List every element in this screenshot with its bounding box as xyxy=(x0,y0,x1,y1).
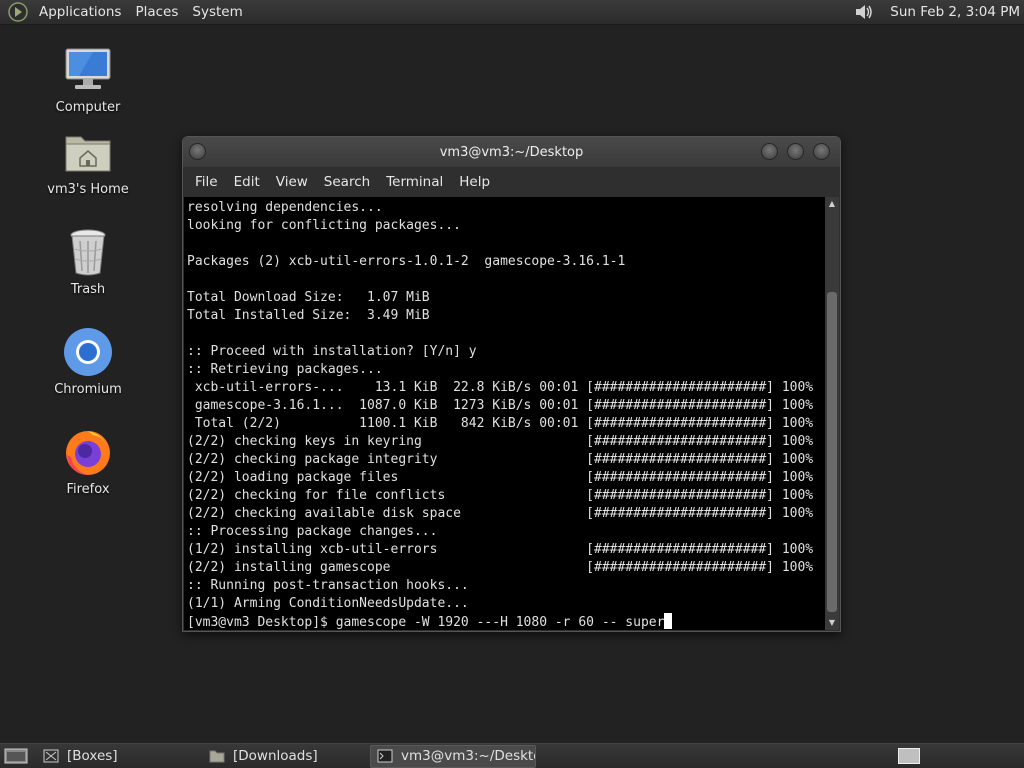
minimize-button[interactable] xyxy=(761,143,778,160)
bottom-panel: [Boxes] [Downloads] vm3@vm3:~/Desktop xyxy=(0,743,1024,768)
scroll-down-arrow-icon[interactable]: ▼ xyxy=(825,616,839,630)
monitor-icon xyxy=(62,44,114,96)
terminal-line: :: Processing package changes... xyxy=(187,524,438,539)
desktop-icon-trash[interactable]: Trash xyxy=(38,226,138,297)
places-menu[interactable]: Places xyxy=(128,0,185,25)
terminal-line: (2/2) checking package integrity [######… xyxy=(187,452,814,467)
desktop-icon-label: vm3's Home xyxy=(47,182,129,197)
scroll-up-arrow-icon[interactable]: ▲ xyxy=(825,197,839,211)
desktop-icon-label: Computer xyxy=(55,100,121,115)
terminal-scrollbar[interactable]: ▲ ▼ xyxy=(825,197,839,630)
terminal-icon xyxy=(377,749,393,763)
terminal-line: Packages (2) xcb-util-errors-1.0.1-2 gam… xyxy=(187,254,626,269)
workspace-switcher[interactable] xyxy=(898,748,920,764)
close-button[interactable] xyxy=(813,143,830,160)
window-menu-button[interactable] xyxy=(189,143,206,160)
trash-icon xyxy=(62,226,114,278)
desktop-icon-label: Chromium xyxy=(54,382,122,397)
applications-menu[interactable]: Applications xyxy=(32,0,128,25)
terminal-line: :: Running post-transaction hooks... xyxy=(187,578,469,593)
window-title: vm3@vm3:~/Desktop xyxy=(439,144,584,160)
terminal-line: xcb-util-errors-... 13.1 KiB 22.8 KiB/s … xyxy=(187,380,814,395)
terminal-text: resolving dependencies... looking for con… xyxy=(184,197,827,613)
gnome-foot-icon[interactable] xyxy=(8,2,28,22)
clock[interactable]: Sun Feb 2, 3:04 PM xyxy=(883,0,1020,25)
desktop-icon-computer[interactable]: Computer xyxy=(38,44,138,115)
desktop-icon-home[interactable]: vm3's Home xyxy=(38,126,138,197)
terminal-line: Total (2/2) 1100.1 KiB 842 KiB/s 00:01 [… xyxy=(187,416,814,431)
taskbar-item-label: [Boxes] xyxy=(67,748,118,764)
text-cursor xyxy=(664,613,673,629)
window-icon xyxy=(43,749,59,763)
taskbar-item-label: [Downloads] xyxy=(233,748,318,764)
terminal-line: (1/2) installing xcb-util-errors [######… xyxy=(187,542,814,557)
terminal-line: (1/1) Arming ConditionNeedsUpdate... xyxy=(187,596,469,611)
terminal-prompt: [vm3@vm3 Desktop]$ gamescope -W 1920 ---… xyxy=(187,615,665,630)
menu-view[interactable]: View xyxy=(268,167,316,197)
menu-search[interactable]: Search xyxy=(316,167,378,197)
terminal-line: (2/2) checking available disk space [###… xyxy=(187,506,814,521)
desktop-icon-label: Firefox xyxy=(66,482,110,497)
terminal-prompt-line[interactable]: [vm3@vm3 Desktop]$ gamescope -W 1920 ---… xyxy=(184,613,827,632)
home-folder-icon xyxy=(62,126,114,178)
terminal-line: (2/2) installing gamescope [############… xyxy=(187,560,814,575)
speaker-icon[interactable] xyxy=(853,1,875,23)
desktop-icon-label: Trash xyxy=(70,282,106,297)
scrollbar-thumb[interactable] xyxy=(827,292,837,612)
terminal-line: :: Retrieving packages... xyxy=(187,362,383,377)
taskbar-item-label: vm3@vm3:~/Desktop xyxy=(401,748,536,764)
terminal-line: (2/2) checking for file conflicts [#####… xyxy=(187,488,814,503)
show-desktop-icon[interactable] xyxy=(4,747,28,765)
terminal-menubar: File Edit View Search Terminal Help xyxy=(183,167,840,197)
menu-help[interactable]: Help xyxy=(451,167,498,197)
firefox-icon xyxy=(62,426,114,478)
terminal-line: looking for conflicting packages... xyxy=(187,218,461,233)
window-titlebar[interactable]: vm3@vm3:~/Desktop xyxy=(183,137,840,167)
maximize-button[interactable] xyxy=(787,143,804,160)
terminal-line: resolving dependencies... xyxy=(187,200,383,215)
menu-edit[interactable]: Edit xyxy=(226,167,268,197)
terminal-line: :: Proceed with installation? [Y/n] y xyxy=(187,344,477,359)
terminal-line: Total Download Size: 1.07 MiB xyxy=(187,290,430,305)
chromium-icon xyxy=(62,326,114,378)
terminal-line: gamescope-3.16.1... 1087.0 KiB 1273 KiB/… xyxy=(187,398,814,413)
taskbar-item-boxes[interactable]: [Boxes] xyxy=(36,745,198,768)
taskbar-item-downloads[interactable]: [Downloads] xyxy=(202,745,366,768)
folder-icon xyxy=(209,750,225,763)
terminal-window: vm3@vm3:~/Desktop File Edit View Search … xyxy=(182,136,841,632)
terminal-line: Total Installed Size: 3.49 MiB xyxy=(187,308,430,323)
taskbar-item-terminal[interactable]: vm3@vm3:~/Desktop xyxy=(370,744,536,768)
terminal-line: (2/2) loading package files [###########… xyxy=(187,470,814,485)
desktop-icon-firefox[interactable]: Firefox xyxy=(38,426,138,497)
terminal-line: (2/2) checking keys in keyring [########… xyxy=(187,434,814,449)
top-panel: Applications Places System Sun Feb 2, 3:… xyxy=(0,0,1024,25)
menu-file[interactable]: File xyxy=(187,167,226,197)
desktop-icon-chromium[interactable]: Chromium xyxy=(38,326,138,397)
system-menu[interactable]: System xyxy=(185,0,249,25)
terminal-output[interactable]: resolving dependencies... looking for con… xyxy=(184,197,827,630)
menu-terminal[interactable]: Terminal xyxy=(378,167,451,197)
